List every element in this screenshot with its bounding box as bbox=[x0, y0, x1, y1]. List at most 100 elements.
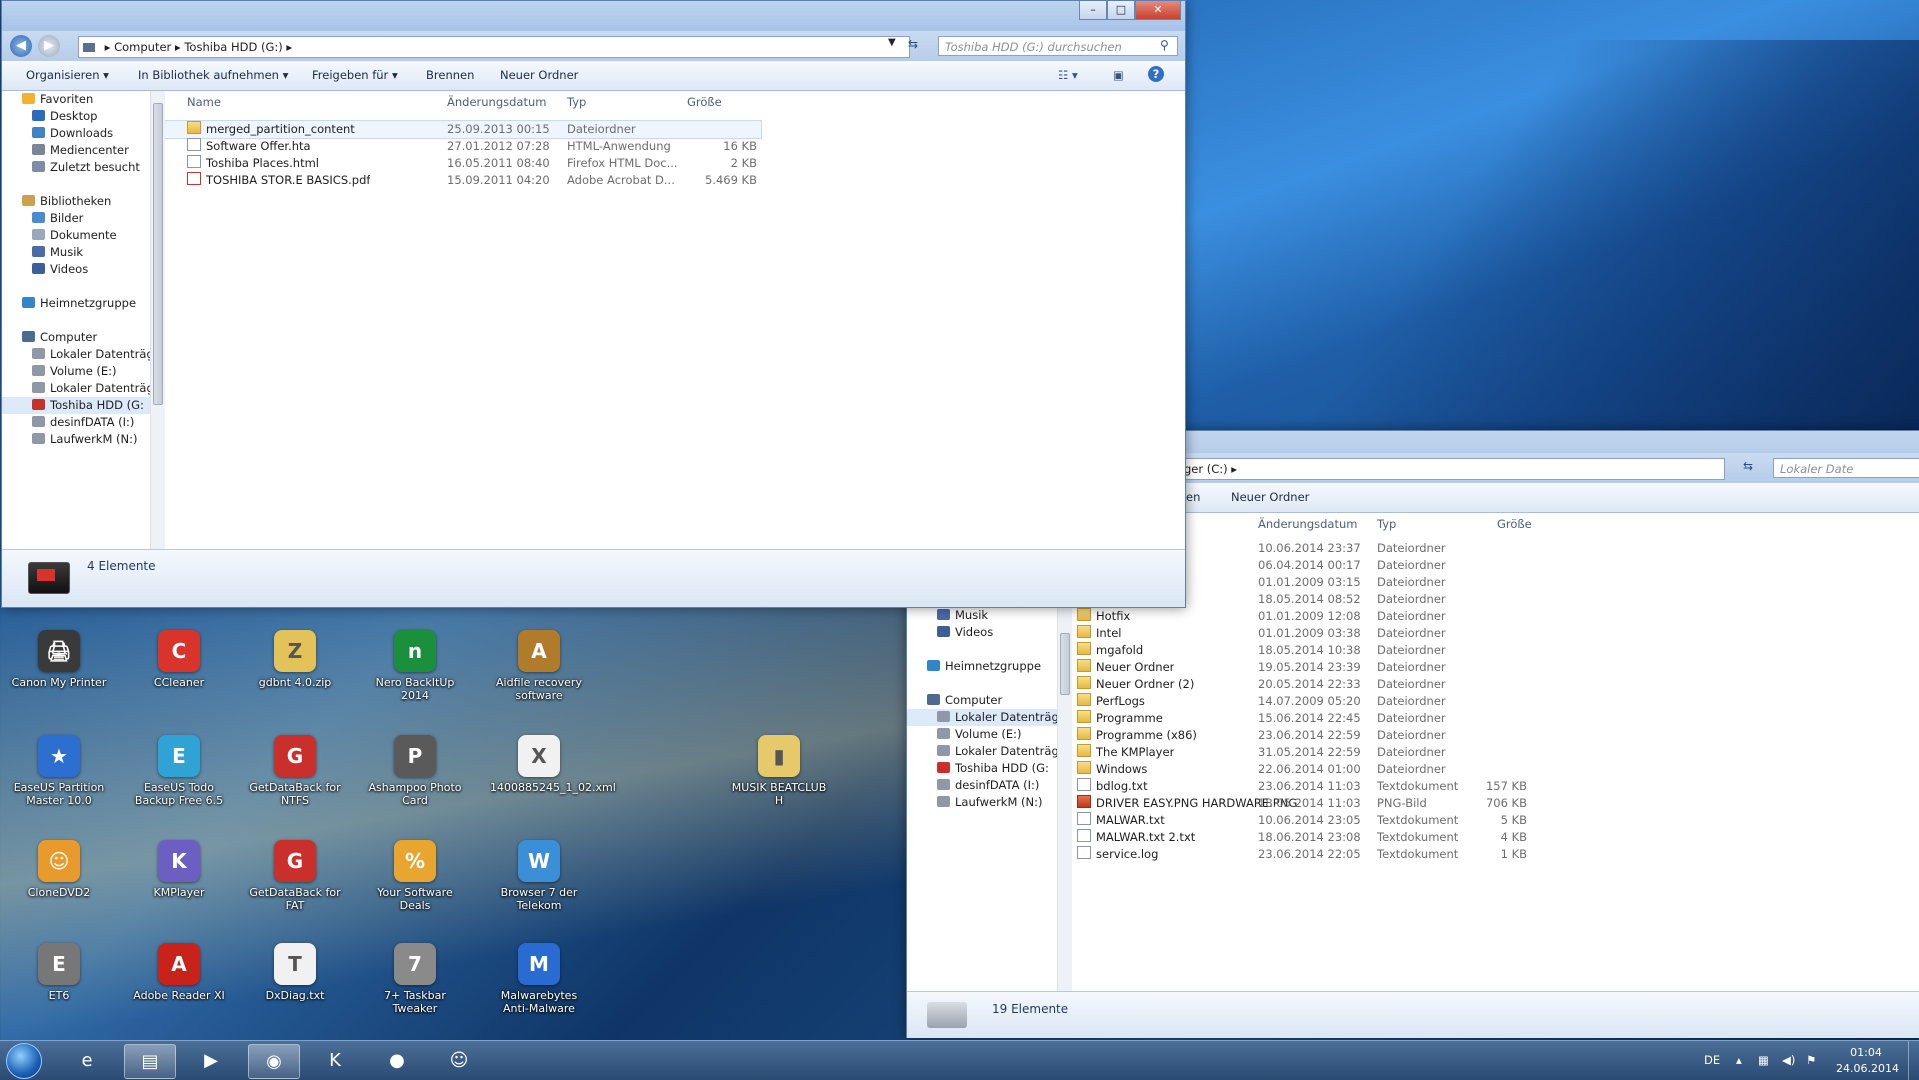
file-row[interactable]: Benutzer01.01.2009 03:15Dateiordner bbox=[1072, 574, 1912, 591]
show-hidden-icons-icon[interactable]: ▴ bbox=[1736, 1041, 1742, 1080]
desktop-shortcut[interactable]: ☺ CloneDVD2 bbox=[10, 840, 108, 899]
breadcrumb-toshiba-hdd[interactable]: Toshiba HDD (G:) bbox=[184, 40, 282, 54]
nav-item[interactable]: Musik bbox=[937, 607, 988, 624]
file-row[interactable]: Intel 01.01.2009 03:38 Dateiordner bbox=[1072, 625, 1912, 642]
nav-item[interactable]: Zuletzt besucht bbox=[32, 159, 140, 176]
desktop-shortcut[interactable]: n Nero BackItUp 2014 bbox=[366, 630, 464, 702]
file-row[interactable]: Toshiba Places.html 16.05.2011 08:40 Firef… bbox=[165, 155, 761, 172]
file-row[interactable]: 06.04.2014 00:17 Dateiordner bbox=[1072, 557, 1912, 574]
clonedvd-icon[interactable]: ☺ bbox=[434, 1044, 484, 1077]
file-row[interactable]: Drivers18.05.2014 08:52Dateiordner bbox=[1072, 591, 1912, 608]
scrollbar-thumb[interactable] bbox=[153, 103, 163, 405]
nav-scrollbar[interactable] bbox=[150, 91, 165, 549]
minimize-button[interactable]: – bbox=[1079, 1, 1107, 20]
explorer-icon[interactable]: ▤ bbox=[124, 1044, 176, 1079]
desktop-shortcut[interactable]: K KMPlayer bbox=[130, 840, 228, 899]
column-header[interactable]: Änderungsdatum bbox=[447, 91, 546, 113]
desktop-shortcut[interactable]: % Your Software Deals bbox=[366, 840, 464, 912]
nav-item[interactable]: desinfDATA (I:) bbox=[32, 414, 134, 431]
desktop-shortcut[interactable]: 🖨 Canon My Printer bbox=[10, 630, 108, 689]
desktop-shortcut[interactable]: G GetDataBack for NTFS bbox=[246, 735, 344, 807]
action-center-flag-icon[interactable]: ⚑ bbox=[1806, 1041, 1816, 1080]
forward-button[interactable]: ▶ bbox=[38, 35, 60, 57]
desktop-shortcut[interactable]: M Malwarebytes Anti-Malware bbox=[490, 943, 588, 1015]
file-row[interactable]: merged_partition_content 25.09.2013 00:15… bbox=[165, 120, 762, 139]
desktop-shortcut[interactable]: A Aidfile recovery software bbox=[490, 630, 588, 702]
new-folder-button[interactable]: Neuer Ordner bbox=[500, 68, 578, 82]
start-button[interactable] bbox=[6, 1043, 42, 1079]
language-indicator[interactable]: DE bbox=[1704, 1041, 1720, 1080]
nav-item[interactable]: Desktop bbox=[32, 108, 97, 125]
file-row[interactable]: Software Offer.hta 27.01.2012 07:28 HTML-A… bbox=[165, 138, 761, 155]
help-icon[interactable]: ? bbox=[1148, 66, 1164, 82]
nav-item[interactable]: Dokumente bbox=[32, 227, 117, 244]
app-icon[interactable]: ◉ bbox=[248, 1044, 300, 1079]
nav-item[interactable]: Mediencenter bbox=[32, 142, 129, 159]
organize-button[interactable]: Organisieren ▾ bbox=[26, 68, 109, 82]
nav-item[interactable]: Downloads bbox=[32, 125, 113, 142]
include-in-library-button[interactable]: In Bibliothek aufnehmen ▾ bbox=[138, 68, 288, 82]
clock[interactable]: 01:04 24.06.2014 bbox=[1836, 1045, 1899, 1077]
nav-item[interactable]: desinfDATA (I:) bbox=[937, 777, 1039, 794]
show-desktop-button[interactable] bbox=[1908, 1041, 1919, 1080]
file-row[interactable]: Windows 22.06.2014 01:00 Dateiordner bbox=[1072, 761, 1912, 778]
file-row[interactable]: 10.06.2014 23:37 Dateiordner bbox=[1072, 540, 1912, 557]
desktop-shortcut[interactable]: Zgdbnt 4.0.zip bbox=[246, 630, 344, 689]
nav-item[interactable]: Lokaler Datenträg bbox=[937, 743, 1057, 760]
toolbar-item-partial[interactable]: en bbox=[1186, 490, 1200, 504]
file-row[interactable]: Neuer Ordner (2) 20.05.2014 22:33 Dateiord… bbox=[1072, 676, 1912, 693]
desktop-shortcut[interactable]: W Browser 7 der Telekom bbox=[490, 840, 588, 912]
nav-item[interactable]: Lokaler Datenträg bbox=[907, 709, 1057, 726]
desktop-shortcut[interactable]: C CCleaner bbox=[130, 630, 228, 689]
nav-item[interactable]: LaufwerkM (N:) bbox=[937, 794, 1043, 811]
desktop-shortcut[interactable]: ▮ MUSIK BEATCLUB H bbox=[730, 735, 828, 807]
burn-button[interactable]: Brennen bbox=[426, 68, 474, 82]
desktop-shortcut[interactable]: ★ EaseUS Partition Master 10.0 bbox=[10, 735, 108, 807]
scrollbar-thumb[interactable] bbox=[1060, 633, 1070, 695]
file-row[interactable]: PerfLogs 14.07.2009 05:20 Dateiordner bbox=[1072, 693, 1912, 710]
nav-item[interactable]: LaufwerkM (N:) bbox=[32, 431, 138, 448]
back-button[interactable]: ◀ bbox=[10, 35, 32, 57]
desktop-shortcut[interactable]: E EaseUS Todo Backup Free 6.5 bbox=[130, 735, 228, 807]
nav-item[interactable]: Volume (E:) bbox=[937, 726, 1022, 743]
file-row[interactable]: service.log 23.06.2014 22:05 Textdokument 1… bbox=[1072, 846, 1912, 863]
desktop-shortcut[interactable]: A Adobe Reader XI bbox=[130, 943, 228, 1002]
nav-item[interactable]: Videos bbox=[937, 624, 993, 641]
new-folder-button[interactable]: Neuer Ordner bbox=[1231, 490, 1309, 504]
nav-item[interactable]: Favoriten bbox=[22, 91, 93, 108]
nav-item[interactable]: Computer bbox=[927, 692, 1002, 709]
file-row[interactable]: Neuer Ordner 19.05.2014 23:39 Dateiordner bbox=[1072, 659, 1912, 676]
preview-pane-icon[interactable]: ▣ bbox=[1113, 68, 1124, 82]
explorer-window-toshiba-hdd[interactable]: – □ ✕ ◀ ▶ ▸ Computer ▸ Toshiba HDD (G:) … bbox=[1, 0, 1186, 608]
view-options-icon[interactable]: ☷ ▾ bbox=[1058, 68, 1078, 82]
file-row[interactable]: Programme 15.06.2014 22:45 Dateiordner bbox=[1072, 710, 1912, 727]
desktop-shortcut[interactable]: X 1400885245_1_02.xml bbox=[490, 735, 616, 794]
file-row[interactable]: Hotfix 01.01.2009 12:08 Dateiordner bbox=[1072, 608, 1912, 625]
nav-item[interactable]: Computer bbox=[22, 329, 97, 346]
desktop-shortcut[interactable]: G GetDataBack for FAT bbox=[246, 840, 344, 912]
file-row[interactable]: MALWAR.txt 10.06.2014 23:05 Textdokument 5 … bbox=[1072, 812, 1912, 829]
internet-explorer-icon[interactable]: e bbox=[62, 1044, 112, 1077]
file-row[interactable]: DRIVER EASY.PNG HARDWARE.PNG 18.05.2014 1… bbox=[1072, 795, 1912, 812]
kmplayer-icon[interactable]: K bbox=[310, 1044, 360, 1077]
volume-icon[interactable]: ◀) bbox=[1782, 1041, 1795, 1080]
close-button[interactable]: ✕ bbox=[1135, 1, 1181, 20]
column-header[interactable]: Größe bbox=[687, 91, 722, 113]
column-header[interactable]: Name bbox=[187, 91, 221, 113]
maximize-button[interactable]: □ bbox=[1107, 1, 1135, 20]
media-player-icon[interactable]: ▶ bbox=[186, 1044, 236, 1077]
nav-item[interactable]: Heimnetzgruppe bbox=[927, 658, 1041, 675]
file-row[interactable]: The KMPlayer 31.05.2014 22:59 Dateiordner bbox=[1072, 744, 1912, 761]
search-input[interactable]: Lokaler Date bbox=[1773, 458, 1919, 478]
column-header[interactable]: Typ bbox=[567, 91, 586, 113]
column-header[interactable]: Änderungsdatum bbox=[1258, 513, 1357, 535]
file-row[interactable]: mgafold 18.05.2014 10:38 Dateiordner bbox=[1072, 642, 1912, 659]
nav-item[interactable]: Toshiba HDD (G: bbox=[2, 397, 150, 414]
breadcrumb-fragment[interactable]: ger (C:) bbox=[1184, 462, 1228, 476]
nav-item[interactable]: Bilder bbox=[32, 210, 83, 227]
nav-item[interactable]: Musik bbox=[32, 244, 83, 261]
file-row[interactable]: TOSHIBA STOR.E BASICS.pdf 15.09.2011 04:2… bbox=[165, 172, 761, 189]
desktop-shortcut[interactable]: P Ashampoo Photo Card bbox=[366, 735, 464, 807]
search-input[interactable]: Toshiba HDD (G:) durchsuchen bbox=[938, 36, 1178, 56]
nav-item[interactable]: Bibliotheken bbox=[22, 193, 111, 210]
